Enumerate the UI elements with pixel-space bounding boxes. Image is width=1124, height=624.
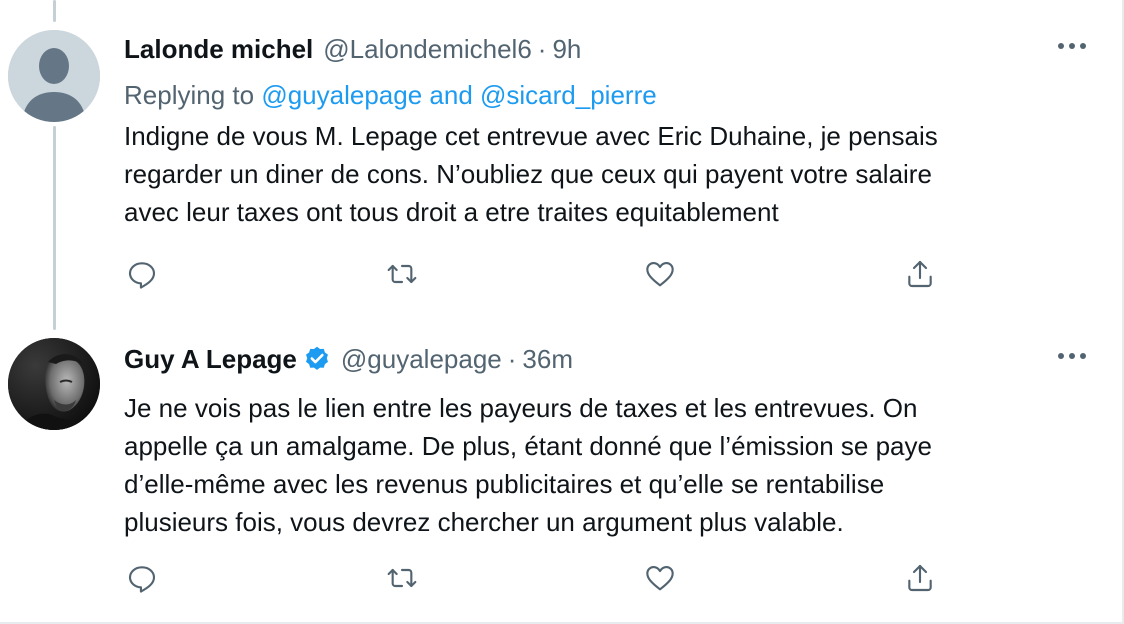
tweet-text-line: Indigne de vous M. Lepage cet entrevue a…	[124, 121, 938, 151]
author-handle[interactable]: @guyalepage	[341, 344, 502, 375]
share-icon	[908, 564, 932, 592]
retweet-button[interactable]	[384, 256, 420, 292]
author-name[interactable]: Guy A Lepage	[124, 344, 297, 375]
mention-link[interactable]: @guyalepage	[261, 80, 422, 110]
tweet-actions	[124, 256, 944, 292]
tweet-text-line: appelle ça un amalgame. De plus, étant d…	[124, 431, 932, 461]
more-options-button[interactable]	[1052, 36, 1092, 56]
reply-icon	[128, 262, 156, 289]
replying-to: Replying to @guyalepage and @sicard_pier…	[124, 80, 657, 111]
verified-badge-icon	[305, 346, 328, 370]
tweet-text-line: Je ne vois pas le lien entre les payeurs…	[124, 393, 918, 423]
profile-photo	[8, 338, 100, 430]
header-separator: ·	[507, 343, 517, 374]
more-options-button[interactable]	[1052, 346, 1092, 366]
share-icon	[908, 260, 932, 288]
tweet-actions	[124, 560, 944, 596]
tweet-text-line: plusieurs fois, vous devrez chercher un …	[124, 507, 844, 537]
replying-prefix: Replying to	[124, 80, 262, 110]
like-icon	[646, 566, 674, 591]
more-icon	[1058, 43, 1086, 49]
avatar[interactable]	[8, 30, 100, 122]
tweet-header: Lalonde michel @Lalondemichel6 · 9h	[124, 34, 581, 64]
replying-joiner: and	[422, 80, 480, 110]
tweet-text-line: avec leur taxes ont tous droit a etre tr…	[124, 197, 779, 227]
reply-icon	[128, 566, 156, 593]
more-icon	[1058, 353, 1086, 359]
header-separator: ·	[537, 33, 547, 64]
tweet-timestamp[interactable]: 9h	[552, 34, 581, 65]
like-button[interactable]	[642, 256, 678, 292]
retweet-icon	[387, 568, 417, 588]
reply-button[interactable]	[124, 256, 160, 292]
mention-link[interactable]: @sicard_pierre	[480, 80, 657, 110]
avatar[interactable]	[8, 338, 100, 430]
reply-button[interactable]	[124, 560, 160, 596]
retweet-icon	[387, 264, 417, 284]
tweet-text-line: d’elle-même avec les revenus publicitair…	[124, 469, 885, 499]
tweet-lalonde-michel[interactable]: Lalonde michel @Lalondemichel6 · 9h Repl…	[0, 0, 1120, 320]
like-button[interactable]	[642, 560, 678, 596]
default-avatar-icon	[8, 30, 100, 122]
tweet-text: Indigne de vous M. Lepage cet entrevue a…	[124, 117, 1084, 231]
like-icon	[646, 262, 674, 287]
tweet-guy-a-lepage[interactable]: Guy A Lepage @guyalepage · 36m Je ne voi…	[0, 320, 1120, 622]
share-button[interactable]	[902, 560, 938, 596]
tweet-text: Je ne vois pas le lien entre les payeurs…	[124, 389, 1084, 541]
tweet-header: Guy A Lepage @guyalepage · 36m	[124, 344, 573, 374]
tweet-timestamp[interactable]: 36m	[522, 344, 573, 375]
share-button[interactable]	[902, 256, 938, 292]
author-handle[interactable]: @Lalondemichel6	[323, 34, 532, 65]
tweet-text-line: regarder un diner de cons. N’oubliez que…	[124, 159, 932, 189]
author-name[interactable]: Lalonde michel	[124, 34, 313, 65]
retweet-button[interactable]	[384, 560, 420, 596]
